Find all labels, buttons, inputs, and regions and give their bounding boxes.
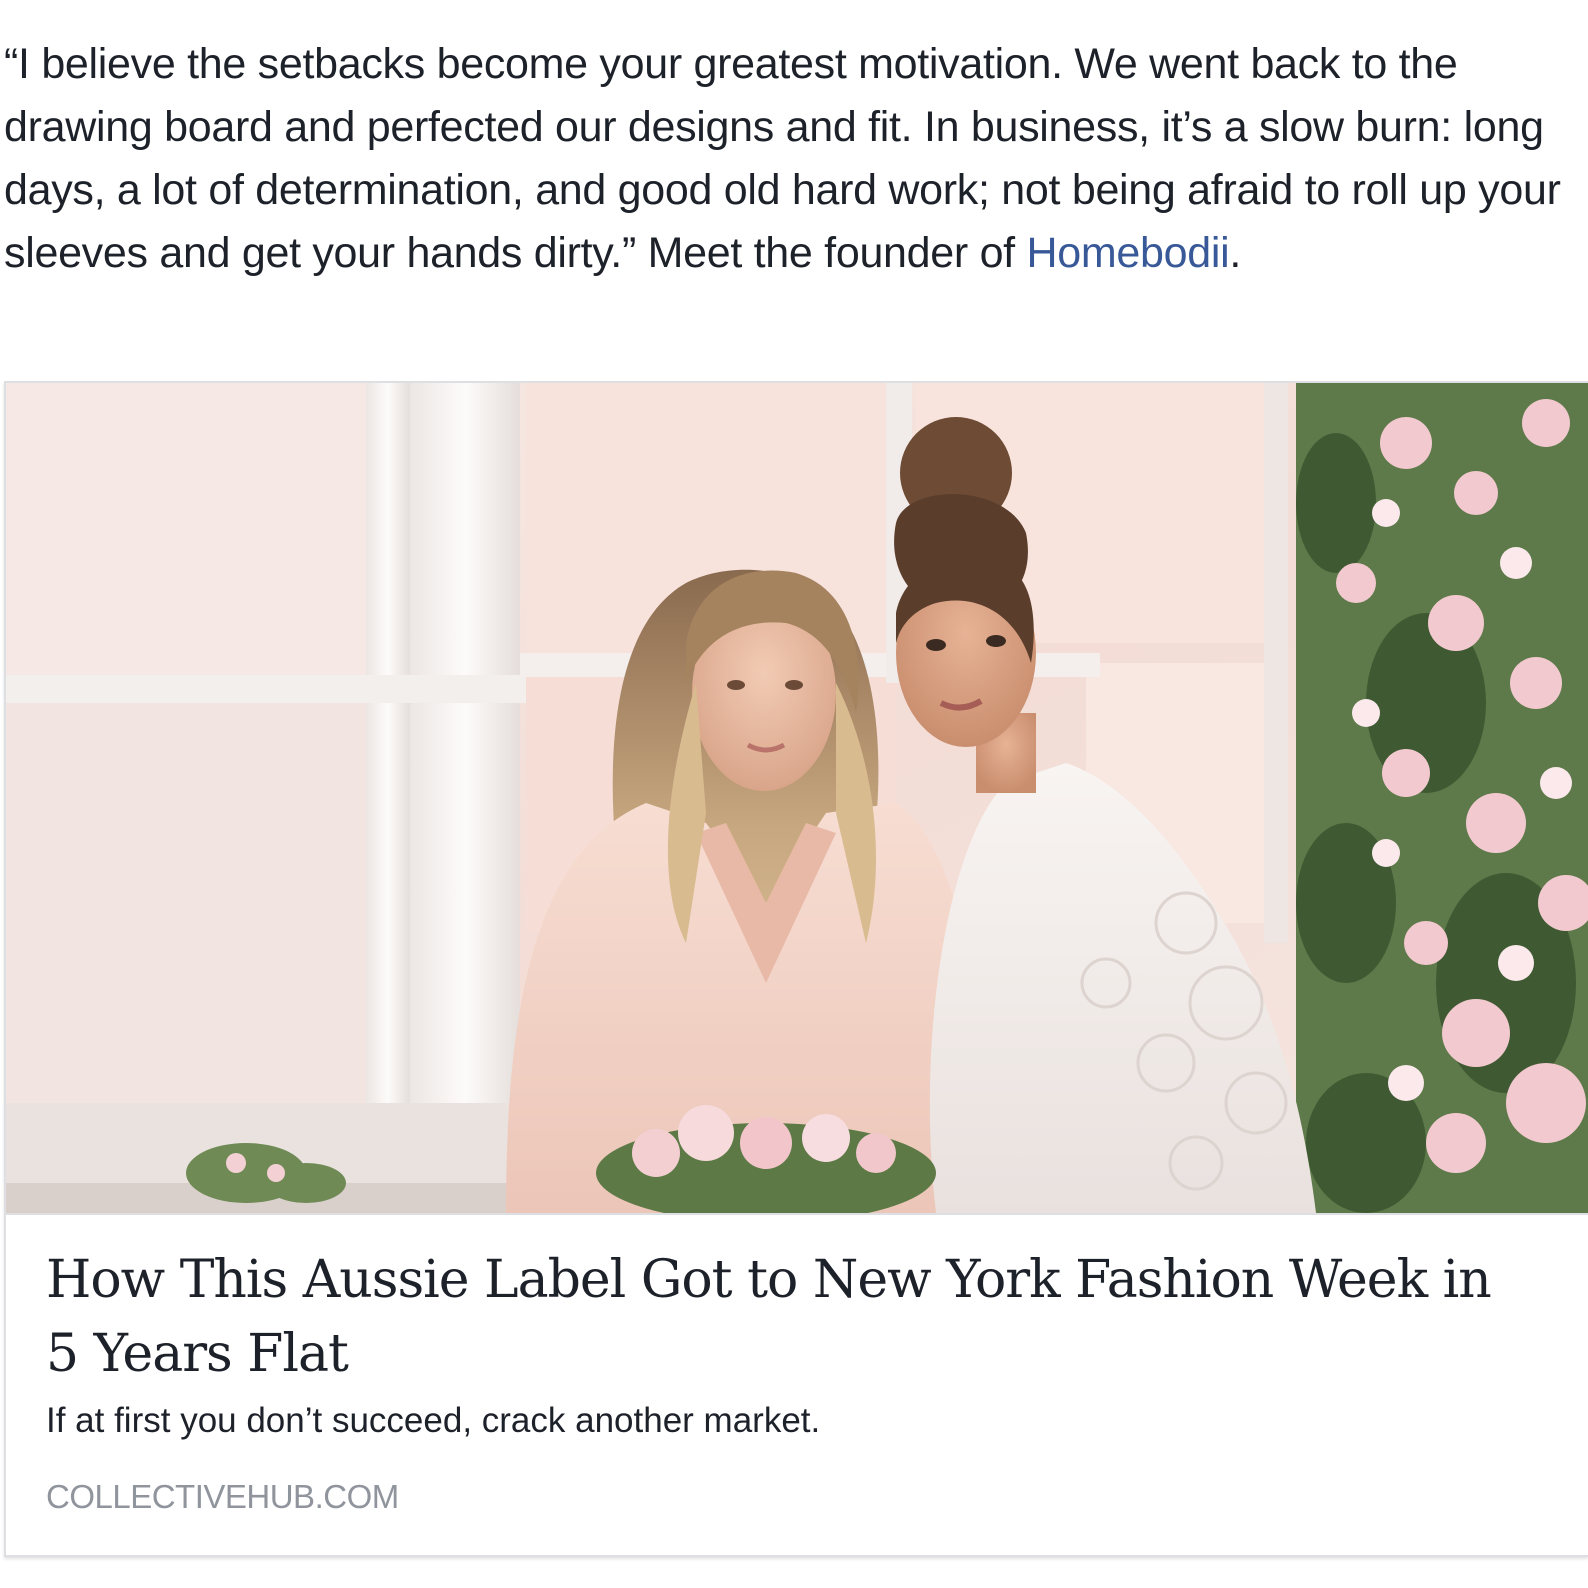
- photo-of-two-women-in-robes: [6, 383, 1588, 1213]
- homebodii-link[interactable]: Homebodii: [1026, 229, 1229, 277]
- post-message: “I believe the setbacks become your grea…: [4, 33, 1584, 285]
- link-preview-card[interactable]: How This Aussie Label Got to New York Fa…: [4, 381, 1588, 1557]
- post-message-end: .: [1229, 229, 1241, 277]
- link-preview-domain: COLLECTIVEHUB.COM: [46, 1478, 399, 1515]
- link-preview-description: If at first you don’t succeed, crack ano…: [46, 1401, 821, 1440]
- link-preview-body[interactable]: How This Aussie Label Got to New York Fa…: [6, 1213, 1588, 1557]
- link-preview-image[interactable]: [6, 383, 1588, 1213]
- link-preview-title[interactable]: How This Aussie Label Got to New York Fa…: [46, 1243, 1526, 1391]
- post-message-text: “I believe the setbacks become your grea…: [4, 40, 1561, 277]
